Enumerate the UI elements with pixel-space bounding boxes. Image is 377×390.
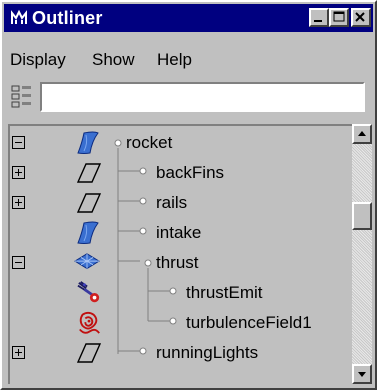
tree-item-runninglights[interactable]: runningLights xyxy=(10,338,350,368)
expand-icon[interactable] xyxy=(12,166,25,179)
menu-bar: Display Show Help xyxy=(4,46,373,72)
tree-item-thrust[interactable]: thrust xyxy=(10,248,350,278)
expand-icon[interactable] xyxy=(12,346,25,359)
tree-item-label: runningLights xyxy=(156,343,259,362)
tree-item-label: backFins xyxy=(156,163,225,182)
minimize-button[interactable] xyxy=(309,8,329,27)
filter-row xyxy=(4,80,373,116)
tree-item-intake[interactable]: intake xyxy=(10,218,350,248)
plane-outline-icon xyxy=(76,193,102,213)
filter-input[interactable] xyxy=(40,82,365,112)
tree-item-label: rails xyxy=(156,193,188,212)
scroll-up-button[interactable] xyxy=(352,124,372,144)
tree-item-label: turbulenceField1 xyxy=(186,313,312,332)
scroll-thumb[interactable] xyxy=(352,202,372,230)
menu-show[interactable]: Show xyxy=(92,50,135,70)
plane-outline-icon xyxy=(76,343,102,363)
maya-icon[interactable] xyxy=(10,9,28,27)
outliner-layout-icon[interactable] xyxy=(10,84,34,110)
turbulence-field-icon xyxy=(79,311,100,334)
outliner-tree[interactable]: rocket backFins rails intake thrust thru… xyxy=(8,124,352,384)
tree-item-thrustemit[interactable]: thrustEmit xyxy=(10,278,350,308)
tree-item-backfins[interactable]: backFins xyxy=(10,158,350,188)
poly-mesh-icon xyxy=(74,253,100,270)
tree-item-label: thrustEmit xyxy=(186,283,263,302)
arrow-down-icon xyxy=(358,372,366,377)
tree-item-rails[interactable]: rails xyxy=(10,188,350,218)
minimize-icon xyxy=(314,20,322,22)
scroll-down-button[interactable] xyxy=(352,364,372,384)
close-button[interactable] xyxy=(351,8,371,27)
maximize-button[interactable] xyxy=(329,8,349,27)
nurbs-surface-icon xyxy=(77,131,99,154)
collapse-icon[interactable] xyxy=(12,136,25,149)
maximize-icon xyxy=(333,11,345,22)
plane-outline-icon xyxy=(76,163,102,183)
emitter-icon xyxy=(77,281,100,303)
menu-display[interactable]: Display xyxy=(10,50,66,70)
vertical-scrollbar[interactable] xyxy=(352,124,372,384)
tree-item-rocket[interactable]: rocket xyxy=(10,128,350,158)
menu-help[interactable]: Help xyxy=(157,50,192,70)
arrow-up-icon xyxy=(358,131,366,136)
window-title: Outliner xyxy=(32,8,103,28)
tree-item-label: thrust xyxy=(156,253,199,272)
tree-item-label: intake xyxy=(156,223,202,242)
expand-icon[interactable] xyxy=(12,196,25,209)
close-icon xyxy=(355,12,365,22)
outliner-window: Outliner Display Show Help rocket backFi… xyxy=(0,0,377,390)
tree-item-label: rocket xyxy=(126,133,173,152)
collapse-icon[interactable] xyxy=(12,256,25,269)
tree-item-turbulencefield1[interactable]: turbulenceField1 xyxy=(10,308,350,338)
title-bar[interactable]: Outliner xyxy=(4,4,373,32)
nurbs-surface-icon xyxy=(77,221,99,244)
